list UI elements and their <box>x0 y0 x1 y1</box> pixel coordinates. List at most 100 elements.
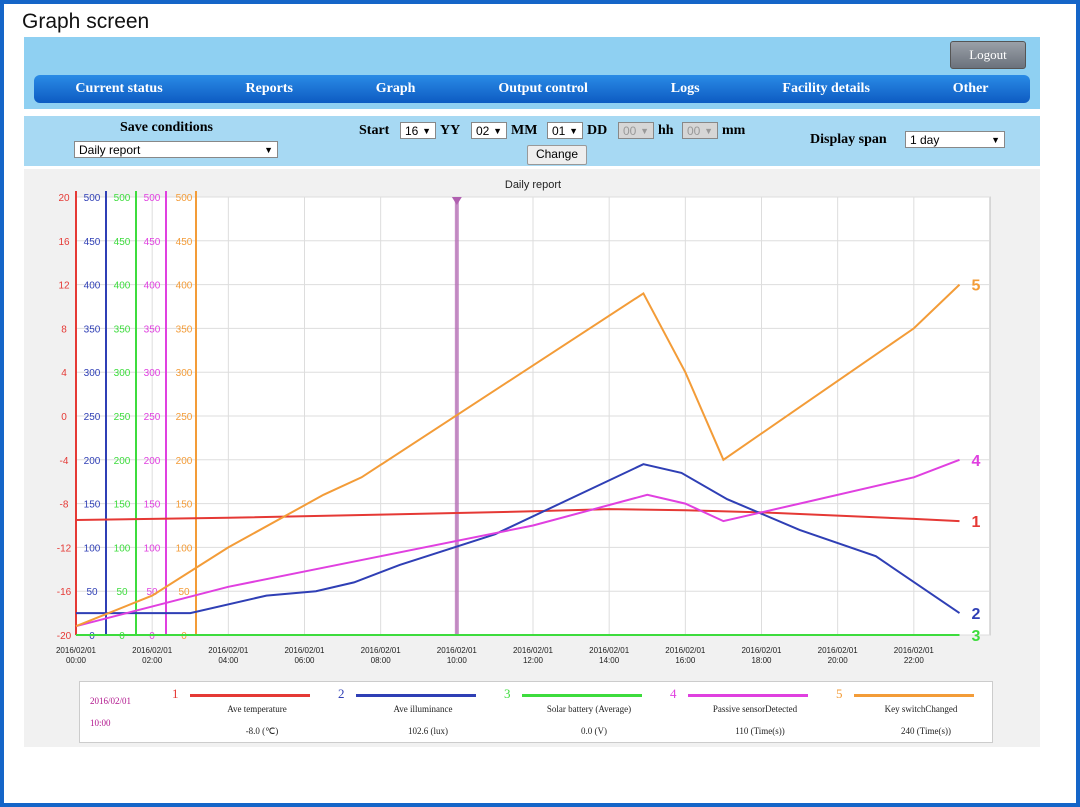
page-title: Graph screen <box>22 10 150 33</box>
x-tick-label-date: 2016/02/01 <box>894 646 935 655</box>
x-tick-label-date: 2016/02/01 <box>361 646 402 655</box>
series-end-label-3: 3 <box>972 628 981 645</box>
menu-item-facility-details[interactable]: Facility details <box>776 81 876 97</box>
y-axis-4-tick-label: 0 <box>149 631 155 642</box>
y-axis-2-tick-label: 50 <box>86 587 98 598</box>
y-axis-4-tick-label: 200 <box>144 456 161 467</box>
y-axis-5-tick-label: 450 <box>176 237 193 248</box>
y-axis-3-tick-label: 100 <box>114 543 131 554</box>
dropdown-arrow-icon: ▼ <box>704 126 713 136</box>
dropdown-arrow-icon: ▼ <box>640 126 649 136</box>
y-axis-2-tick-label: 200 <box>84 456 101 467</box>
y-axis-5-tick-label: 400 <box>176 281 193 292</box>
menu-item-graph[interactable]: Graph <box>370 81 422 97</box>
legend-series-name: Ave temperature <box>227 704 287 714</box>
y-axis-5-tick-label: 250 <box>176 412 193 423</box>
menu-item-logs[interactable]: Logs <box>665 81 706 97</box>
y-axis-3-tick-label: 300 <box>114 368 131 379</box>
y-axis-2-tick-label: 450 <box>84 237 101 248</box>
y-axis-4-tick-label: 450 <box>144 237 161 248</box>
y-axis-1-tick-label: 0 <box>61 412 67 423</box>
x-tick-label-time: 06:00 <box>294 656 315 665</box>
legend-number: 3 <box>504 686 511 701</box>
minute-select[interactable]: 00 ▼ <box>682 122 718 139</box>
y-axis-3-tick-label: 450 <box>114 237 131 248</box>
header-nav: Logout Current status Reports Graph Outp… <box>24 37 1040 109</box>
legend-series-value: 240 (Time(s)) <box>901 726 951 736</box>
x-tick-label-date: 2016/02/01 <box>56 646 97 655</box>
legend-time: 10:00 <box>90 718 111 728</box>
y-axis-4-tick-label: 350 <box>144 324 161 335</box>
y-axis-1-tick-label: 12 <box>58 281 70 292</box>
y-axis-5-tick-label: 200 <box>176 456 193 467</box>
x-tick-label-date: 2016/02/01 <box>513 646 554 655</box>
y-axis-3-tick-label: 0 <box>119 631 125 642</box>
legend-series-value: -8.0 (℃) <box>245 726 279 736</box>
x-tick-label-time: 20:00 <box>828 656 849 665</box>
legend-line-swatch <box>688 694 808 697</box>
hour-value: 00 <box>623 124 637 138</box>
legend-item-5: 5 Key switchChanged 240 (Time(s)) <box>836 682 1006 742</box>
legend-number: 2 <box>338 686 345 701</box>
save-conditions-select[interactable]: Daily report ▼ <box>74 141 278 158</box>
menu-item-output-control[interactable]: Output control <box>492 81 594 97</box>
y-axis-1-tick-label: 4 <box>61 368 67 379</box>
legend-series-value: 110 (Time(s)) <box>735 726 785 736</box>
month-select[interactable]: 02 ▼ <box>471 122 507 139</box>
display-span-value: 1 day <box>910 133 940 147</box>
chart-title: Daily report <box>505 179 561 191</box>
hour-label: hh <box>658 123 674 138</box>
hour-select[interactable]: 00 ▼ <box>618 122 654 139</box>
change-button[interactable]: Change <box>527 145 587 165</box>
dropdown-arrow-icon: ▼ <box>569 126 578 136</box>
y-axis-2-tick-label: 350 <box>84 324 101 335</box>
year-select[interactable]: 16 ▼ <box>400 122 436 139</box>
legend-item-4: 4 Passive sensorDetected 110 (Time(s)) <box>670 682 840 742</box>
x-tick-label-date: 2016/02/01 <box>741 646 782 655</box>
y-axis-5-tick-label: 0 <box>181 631 187 642</box>
y-axis-2-tick-label: 300 <box>84 368 101 379</box>
dropdown-arrow-icon: ▼ <box>264 145 273 155</box>
y-axis-1-tick-label: 16 <box>58 237 70 248</box>
y-axis-2-tick-label: 0 <box>89 631 95 642</box>
display-span-select[interactable]: 1 day ▼ <box>905 131 1005 148</box>
menu-item-reports[interactable]: Reports <box>240 81 299 97</box>
x-tick-label-time: 02:00 <box>142 656 163 665</box>
y-axis-1-tick-label: -8 <box>60 500 69 511</box>
x-tick-label-time: 10:00 <box>447 656 468 665</box>
dropdown-arrow-icon: ▼ <box>422 126 431 136</box>
y-axis-2-tick-label: 250 <box>84 412 101 423</box>
y-axis-4-tick-label: 400 <box>144 281 161 292</box>
day-value: 01 <box>552 124 566 138</box>
y-axis-1-tick-label: -12 <box>57 543 72 554</box>
menu-item-other[interactable]: Other <box>947 81 995 97</box>
graph-area: 2016/02/01 00:00 2016/02/01 02:00 2016/02/01… <box>24 169 1040 747</box>
legend-item-3: 3 Solar battery (Average) 0.0 (V) <box>504 682 674 742</box>
y-axis-3-tick-label: 250 <box>114 412 131 423</box>
y-axis-2-tick-label: 500 <box>84 193 101 204</box>
legend-series-value: 102.6 (lux) <box>408 726 448 736</box>
y-axis-2-tick-label: 150 <box>84 500 101 511</box>
series-end-label-4: 4 <box>972 453 981 470</box>
y-axis-5-tick-label: 500 <box>176 193 193 204</box>
day-select[interactable]: 01 ▼ <box>547 122 583 139</box>
y-axis-1-tick-label: -16 <box>57 587 72 598</box>
x-tick-label-time: 22:00 <box>904 656 925 665</box>
logout-button[interactable]: Logout <box>950 41 1026 69</box>
legend-line-swatch <box>356 694 476 697</box>
legend-number: 4 <box>670 686 677 701</box>
x-tick-label-date: 2016/02/01 <box>437 646 478 655</box>
x-tick-label-date: 2016/02/01 <box>132 646 173 655</box>
menu-item-current-status[interactable]: Current status <box>69 81 168 97</box>
legend-series-name: Passive sensorDetected <box>712 704 798 714</box>
y-axis-4-tick-label: 150 <box>144 500 161 511</box>
month-value: 02 <box>476 124 490 138</box>
legend-number: 5 <box>836 686 843 701</box>
y-axis-1-tick-label: -4 <box>60 456 69 467</box>
y-axis-2-tick-label: 100 <box>84 543 101 554</box>
x-tick-label-time: 04:00 <box>218 656 239 665</box>
dropdown-arrow-icon: ▼ <box>493 126 502 136</box>
x-tick-label-date: 2016/02/01 <box>665 646 706 655</box>
x-tick-label-time: 00:00 <box>66 656 87 665</box>
legend-line-swatch <box>190 694 310 697</box>
